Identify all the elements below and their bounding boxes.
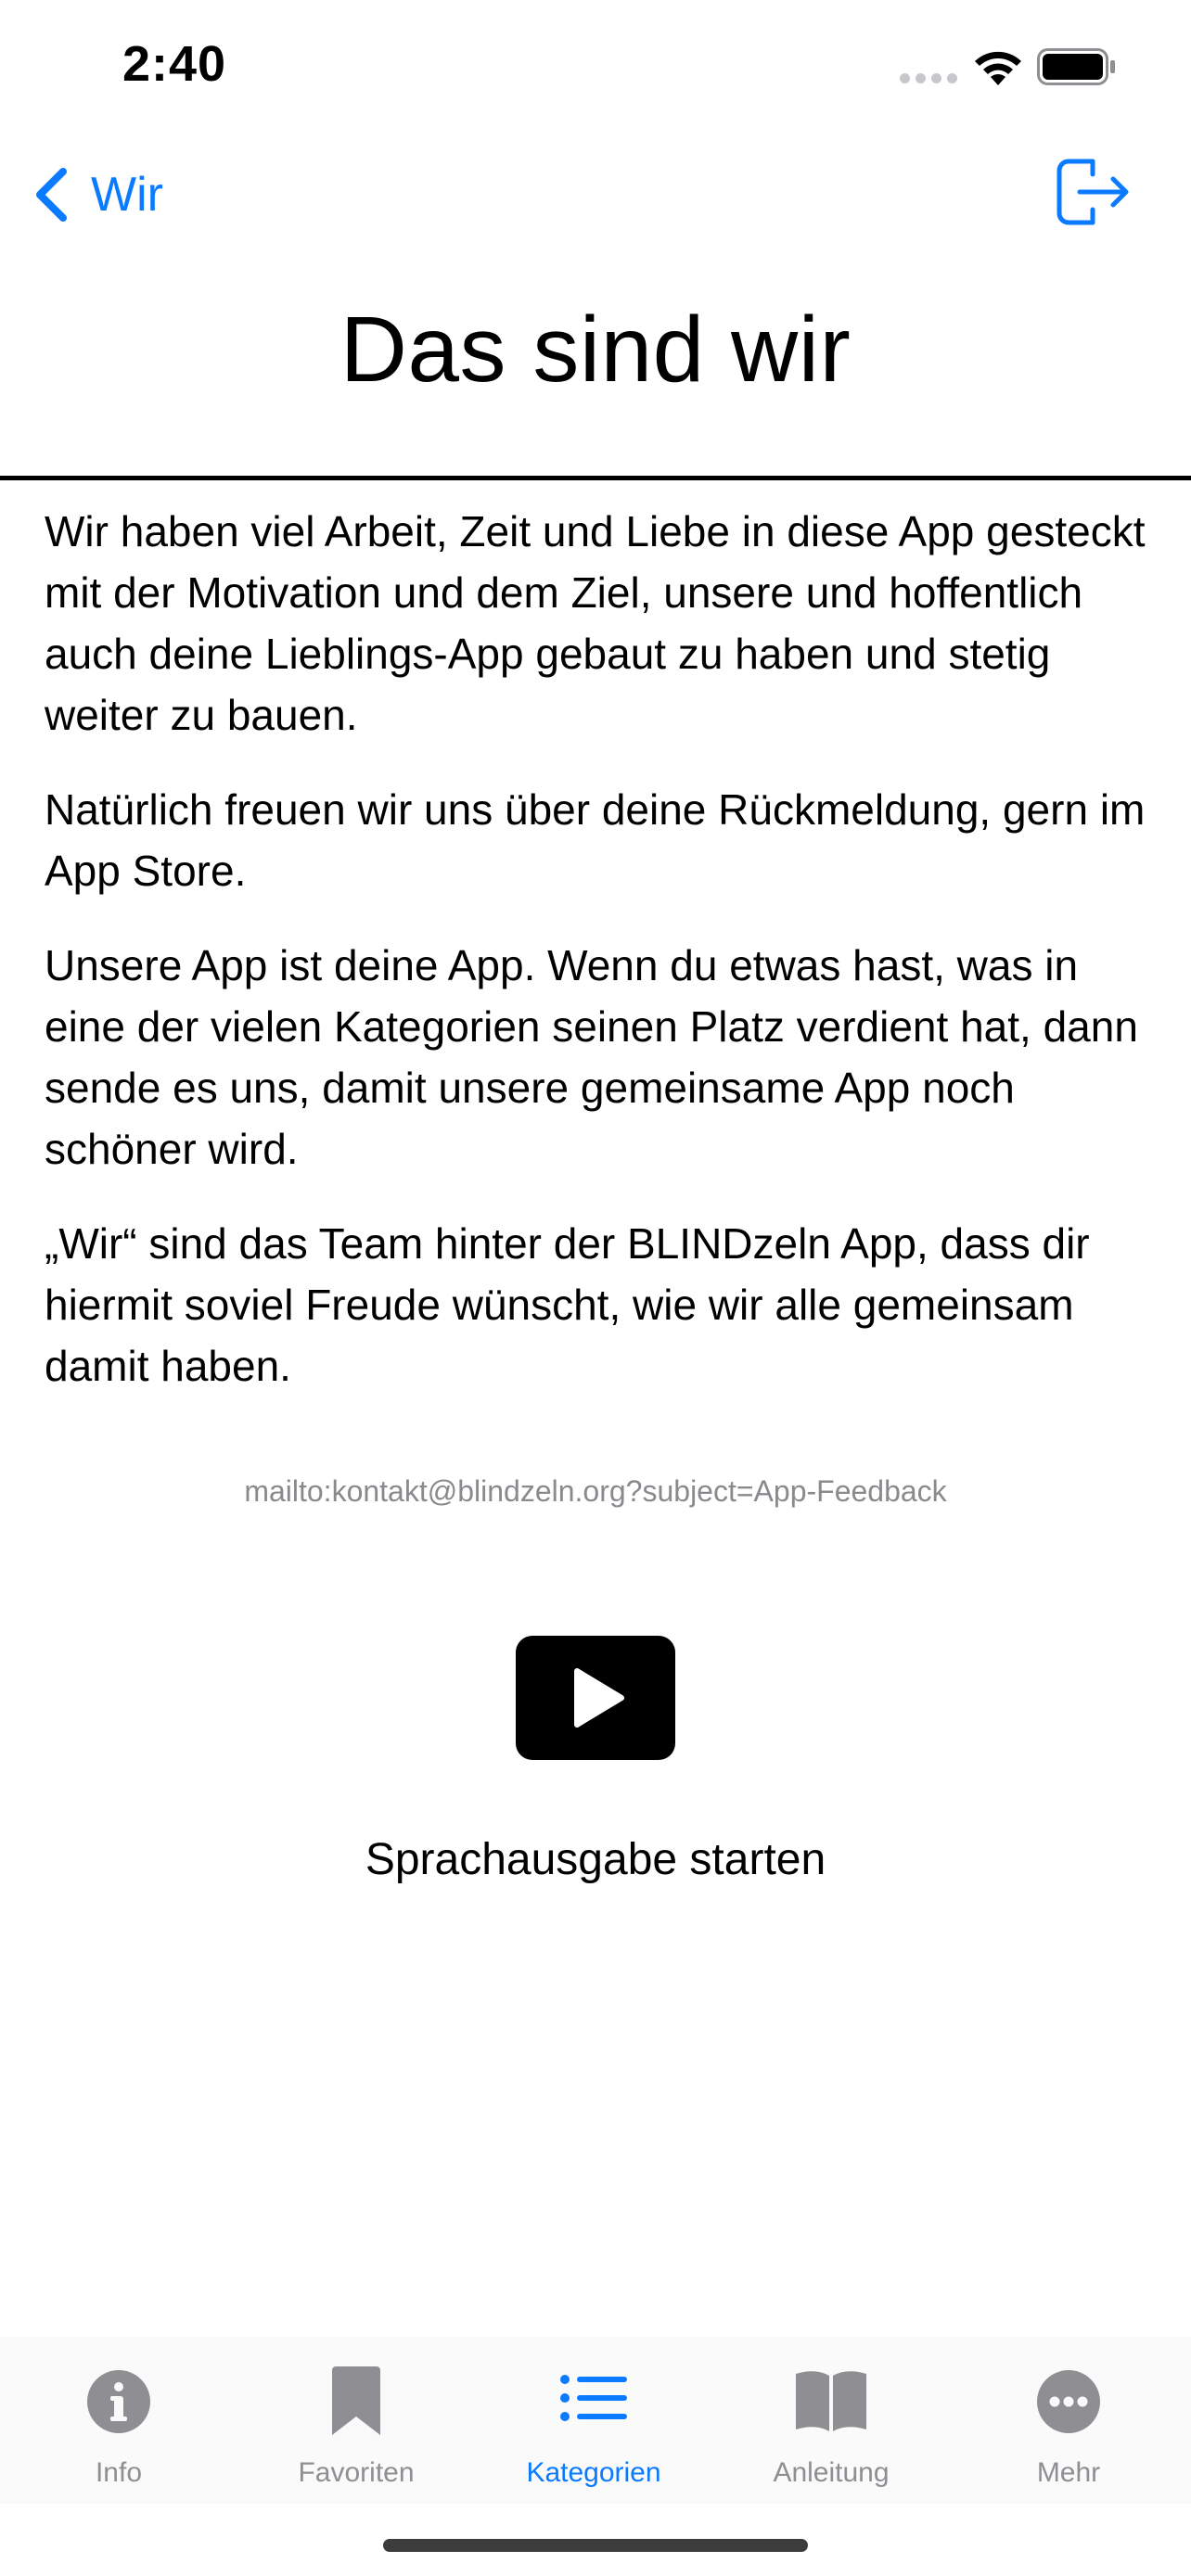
home-indicator[interactable] bbox=[383, 2539, 808, 2552]
page-title: Das sind wir bbox=[339, 298, 852, 402]
speech-play-button[interactable] bbox=[516, 1636, 675, 1760]
tab-label: Anleitung bbox=[773, 2457, 890, 2488]
tab-label: Mehr bbox=[1036, 2457, 1101, 2488]
battery-icon bbox=[1037, 48, 1115, 85]
logout-icon[interactable] bbox=[1056, 158, 1132, 226]
bookmark-icon bbox=[332, 2366, 380, 2435]
tab-bar: Info Favoriten Kategorien Anleitung Mehr bbox=[0, 2337, 1191, 2504]
feedback-email-link[interactable]: mailto:kontakt@blindzeln.org?subject=App… bbox=[0, 1474, 1191, 1509]
tab-label: Kategorien bbox=[526, 2457, 661, 2488]
tab-favoriten[interactable]: Favoriten bbox=[237, 2337, 475, 2504]
cellular-signal-icon bbox=[900, 73, 957, 84]
speech-play-label: Sprachausgabe starten bbox=[365, 1835, 826, 1884]
tab-kategorien[interactable]: Kategorien bbox=[475, 2337, 712, 2504]
more-icon bbox=[1037, 2370, 1100, 2433]
paragraph: Natürlich freuen wir uns über deine Rück… bbox=[45, 785, 1146, 895]
title-divider bbox=[0, 476, 1191, 480]
body-text: Wir haben viel Arbeit, Zeit und Liebe in… bbox=[45, 501, 1158, 1430]
navigation-bar: Wir bbox=[0, 139, 1191, 250]
back-button[interactable]: Wir bbox=[32, 158, 163, 232]
wifi-icon bbox=[975, 51, 1021, 85]
back-label: Wir bbox=[91, 168, 163, 222]
tab-info[interactable]: Info bbox=[0, 2337, 237, 2504]
info-icon bbox=[87, 2370, 150, 2433]
tab-label: Info bbox=[95, 2457, 143, 2488]
status-bar: 2:40 bbox=[0, 0, 1191, 139]
play-icon bbox=[574, 1668, 624, 1728]
tab-label: Favoriten bbox=[298, 2457, 415, 2488]
list-icon bbox=[560, 2375, 627, 2421]
tab-mehr[interactable]: Mehr bbox=[950, 2337, 1187, 2504]
paragraph: Wir haben viel Arbeit, Zeit und Liebe in… bbox=[45, 507, 1146, 739]
status-time: 2:40 bbox=[122, 36, 227, 92]
paragraph: Unsere App ist deine App. Wenn du etwas … bbox=[45, 941, 1138, 1173]
book-icon bbox=[796, 2371, 866, 2431]
paragraph: „Wir“ sind das Team hinter der BLINDzeln… bbox=[45, 1219, 1090, 1390]
chevron-left-icon bbox=[36, 168, 67, 222]
tab-anleitung[interactable]: Anleitung bbox=[712, 2337, 950, 2504]
